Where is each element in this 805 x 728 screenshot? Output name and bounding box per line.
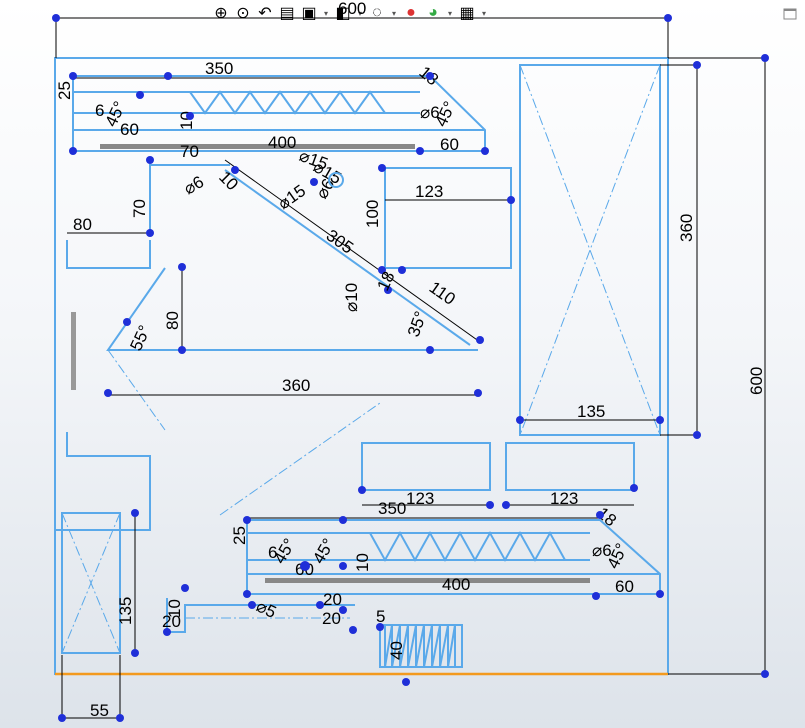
dim-text: 25 <box>230 526 249 545</box>
dim-text: 123 <box>415 182 443 201</box>
dim-text: 70 <box>180 142 199 161</box>
dim-text: 135 <box>577 402 605 421</box>
dim-text: 60 <box>615 577 634 596</box>
bottom-small-parts[interactable]: 10 20 ⌀5 20 20 5 40 <box>162 584 463 686</box>
dim-text: 55° <box>126 322 154 353</box>
dim-text: 80 <box>163 311 182 330</box>
dim-text: 305 <box>323 226 357 258</box>
dim-text: 60 <box>120 120 139 139</box>
dim-text: 80 <box>73 215 92 234</box>
top-truss[interactable]: 350 25 400 60 45° 45° 6 60 10 ⌀15 ⌀6 18 <box>55 59 489 174</box>
dim-text: 6 <box>268 543 277 562</box>
dim-text: ⌀10 <box>342 283 361 312</box>
dim-text: 360 <box>677 214 696 242</box>
dim-text: 10 <box>353 553 372 572</box>
dim-text: 350 <box>205 59 233 78</box>
dim-text: 400 <box>268 133 296 152</box>
dim-text: ⌀6 <box>420 103 440 122</box>
construction-line[interactable] <box>219 402 381 516</box>
dim-text: 60 <box>440 135 459 154</box>
dim-text: 123 <box>406 489 434 508</box>
dim-text: 6 <box>95 101 104 120</box>
dim-overall-width[interactable]: 600 <box>52 0 672 58</box>
dim-text: 25 <box>55 81 74 100</box>
left-bottom-panel[interactable]: 135 55 <box>58 509 139 722</box>
dim-text: 135 <box>116 597 135 625</box>
dim-text: 20 <box>323 590 342 609</box>
left-bracket[interactable]: 70 70 80 <box>66 142 230 269</box>
dim-text: 600 <box>338 0 366 18</box>
bottom-truss[interactable]: 350 25 45° 45° 6 60 10 400 45° 60 ⌀6 18 <box>230 499 664 600</box>
dim-text: 18 <box>373 269 398 294</box>
dim-text: 123 <box>550 489 578 508</box>
dim-text: 400 <box>442 575 470 594</box>
dim-text: 100 <box>363 200 382 228</box>
dim-text: 600 <box>747 367 766 395</box>
dim-text: 350 <box>378 499 406 518</box>
triangle-frame[interactable]: 360 80 55° ⌀10 18 <box>71 263 482 431</box>
dim-text: 110 <box>426 278 459 309</box>
right-panel[interactable]: 360 135 <box>516 61 701 439</box>
dim-text: 55 <box>90 701 109 720</box>
dim-text: ⌀6 <box>181 172 208 198</box>
box-123[interactable]: 123 100 <box>363 164 515 274</box>
dim-overall-height[interactable]: 600 <box>668 54 769 678</box>
dim-text: 20 <box>322 609 341 628</box>
sketch-canvas[interactable]: 600 600 350 25 400 60 45° 45° 6 60 10 ⌀1… <box>0 0 805 728</box>
dim-text: ⌀6 <box>592 541 612 560</box>
dim-text: 40 <box>387 641 406 660</box>
dim-text: 360 <box>282 376 310 395</box>
dim-text: 20 <box>162 612 181 631</box>
dim-text: 70 <box>130 199 149 218</box>
